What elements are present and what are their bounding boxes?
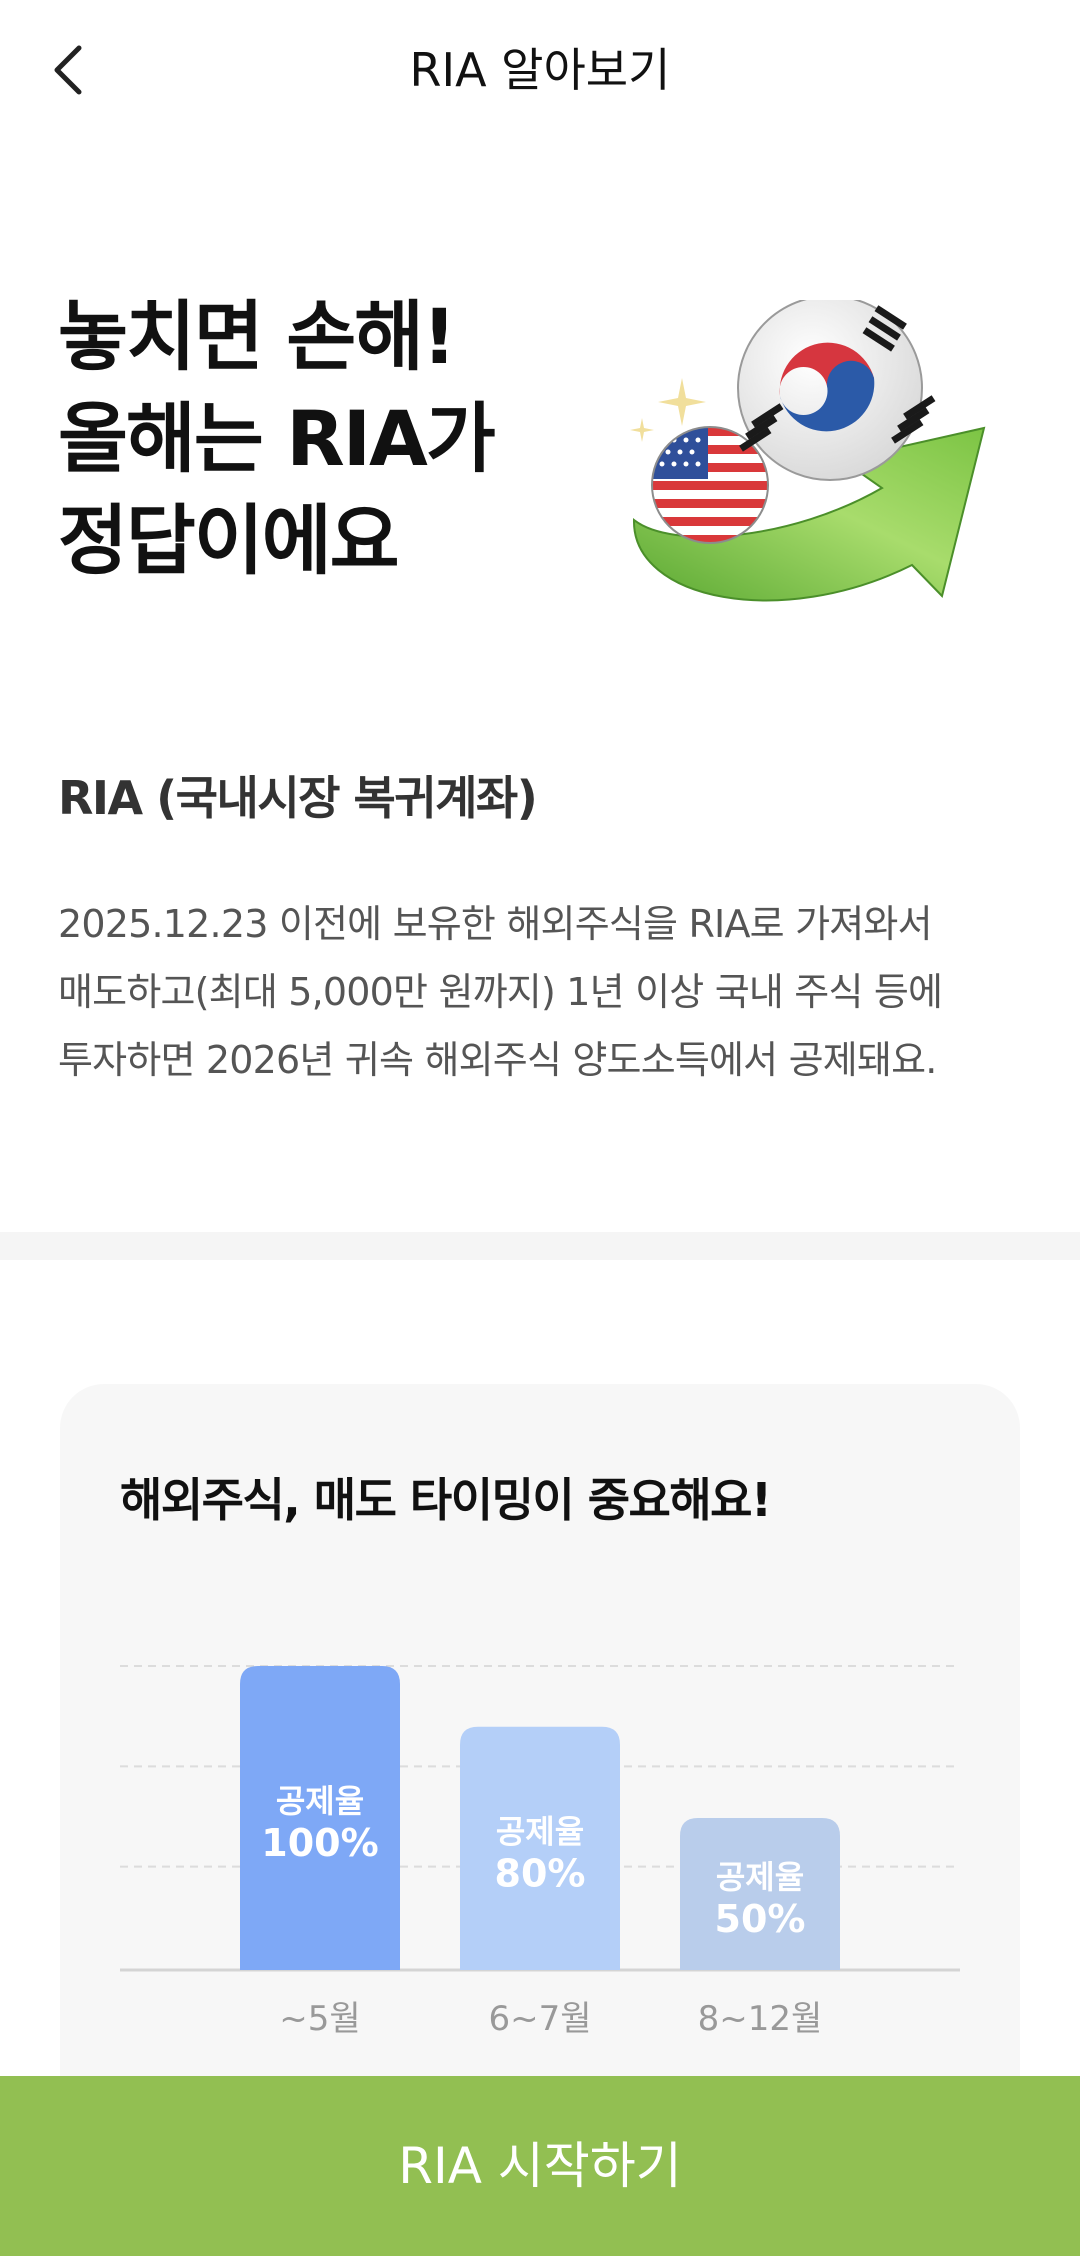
- description: 2025.12.23 이전에 보유한 해외주식을 RIA로 가져와서 매도하고(…: [58, 890, 1038, 1094]
- start-ria-button[interactable]: RIA 시작하기: [0, 2076, 1080, 2256]
- section-heading: RIA (국내시장 복귀계좌): [58, 771, 538, 825]
- bar-label: 공제율: [716, 1858, 804, 1896]
- bar-value-label: 50%: [715, 1897, 806, 1941]
- bar-label: 공제율: [496, 1812, 584, 1850]
- description-line: 매도하고(최대 5,000만 원까지) 1년 이상 국내 주식 등에: [58, 970, 943, 1014]
- sparkle-icon: [658, 378, 706, 426]
- flags-arrow-illustration: [630, 300, 986, 602]
- section-divider: [0, 1232, 1080, 1260]
- page-title: RIA 알아보기: [409, 43, 671, 97]
- bar-value-label: 80%: [495, 1851, 586, 1895]
- bar-value-label: 100%: [261, 1821, 378, 1865]
- description-line: 투자하면 2026년 귀속 해외주식 양도소득에서 공제돼요.: [58, 1038, 937, 1082]
- hero-title-line: 정답이에요: [58, 496, 400, 585]
- x-tick-label: 6~7월: [488, 1999, 591, 2039]
- header: RIA 알아보기: [0, 0, 1080, 140]
- page: RIA 알아보기 놓치면 손해! 올해는 RIA가 정답이에요 RIA (국내시…: [0, 0, 1080, 2256]
- bar-label: 공제율: [276, 1782, 364, 1820]
- sparkle-icon: [630, 418, 654, 442]
- x-tick-label: 8~12월: [698, 1999, 823, 2039]
- hero-title-line: 올해는 RIA가: [58, 394, 496, 483]
- hero-title: 놓치면 손해! 올해는 RIA가 정답이에요: [58, 286, 578, 592]
- description-line: 2025.12.23 이전에 보유한 해외주식을 RIA로 가져와서: [58, 902, 933, 946]
- hero-title-line: 놓치면 손해!: [58, 292, 457, 381]
- x-tick-label: ~5월: [279, 1999, 360, 2039]
